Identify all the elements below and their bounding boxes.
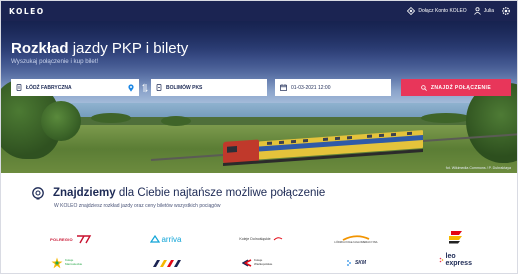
carrier-name-lka: ŁÓDZKA KOLEJ AGLOMERACYJNA [334, 240, 378, 244]
hero-tree [41, 101, 81, 141]
koleo-page: KOLEO Dołącz Konto KOLEO Julia Rozkład j… [0, 0, 518, 274]
find-connection-label: ZNAJDŹ POŁĄCZENIE [430, 84, 492, 91]
hero-bush [161, 116, 191, 126]
page-subtitle: Wyszukaj połączenie i kup bilet! [11, 58, 99, 65]
to-station-value: BOLIMÓW PKS [166, 84, 203, 91]
add-account-link[interactable]: Dołącz Konto KOLEO [407, 7, 467, 15]
date-time-value: 01-03-2021 12:00 [291, 84, 331, 91]
user-menu[interactable]: Julia [473, 7, 494, 15]
from-station-value: ŁÓDŹ FABRYCZNA [26, 84, 72, 91]
calendar-icon [280, 84, 287, 91]
kw-arrow-icon [242, 259, 252, 267]
settings-button[interactable] [501, 6, 511, 16]
page-title: Rozkład jazdy PKP i bilety [11, 40, 188, 57]
hero-bush [421, 113, 471, 123]
carrier-name-koleje-wielkopolskie: Koleje Wielkopolskie [254, 258, 273, 266]
skm-dots-icon [347, 260, 351, 266]
add-account-label: Dołącz Konto KOLEO [418, 8, 467, 14]
kd-swoosh-icon [273, 237, 282, 241]
train-window [267, 141, 272, 145]
carrier-logo-koleje-dolnoslaskie[interactable]: Koleje Dolnośląskie [221, 231, 301, 247]
carrier-logo-koleje-slaskie[interactable] [416, 229, 496, 245]
carrier-logo-skm[interactable]: SKM [316, 255, 396, 271]
locomotive-window [227, 146, 237, 153]
user-icon [473, 7, 481, 15]
departure-icon [16, 84, 22, 91]
train-window [379, 133, 384, 138]
train-window [291, 139, 296, 144]
user-name: Julia [483, 8, 494, 14]
carrier-logo-polregio[interactable]: POLREGIO [31, 231, 111, 247]
km-star-icon [51, 257, 63, 269]
carrier-logo-koleje-wielkopolskie[interactable] [126, 255, 206, 271]
nav-actions: Dołącz Konto KOLEO Julia [407, 6, 511, 16]
carrier-name-polregio: POLREGIO [50, 236, 73, 242]
carrier-name-skm: SKM [354, 260, 367, 266]
page-title-bold: Rozkład [11, 40, 69, 57]
from-station-field[interactable]: ŁÓDŹ FABRYCZNA [11, 79, 139, 96]
carrier-logo-koleje-mazowieckie[interactable]: Koleje Mazowieckie [31, 255, 111, 271]
koleo-logo[interactable]: KOLEO [9, 7, 45, 16]
swap-arrows-icon [142, 82, 148, 93]
find-connection-button[interactable]: ZNAJDŹ POŁĄCZENIE [401, 79, 511, 96]
section-title-rest: dla Ciebie najtańsze możliwe połączenie [118, 187, 326, 199]
piggy-bank-icon [32, 187, 44, 200]
section-title-bold: Znajdziemy [53, 187, 116, 199]
carrier-name-koleje-dolnoslaskie: Koleje Dolnośląskie [239, 237, 271, 241]
carrier-logo-arriva[interactable]: arriva [126, 231, 206, 247]
train-window [367, 134, 372, 138]
train-window [303, 139, 308, 143]
arriva-mark-icon [150, 235, 161, 243]
carrier-name-arriva: arriva [161, 234, 182, 244]
carrier-logos: POLREGIO arriva Koleje Dolnośląskie ŁÓDZ… [31, 229, 501, 273]
hero-banner: Rozkład jazdy PKP i bilety Wyszukaj połą… [1, 21, 517, 173]
diamond-icon [407, 7, 416, 15]
train-window [335, 136, 340, 141]
train-window [323, 137, 328, 141]
carrier-logo-leo-express[interactable]: leo express [416, 252, 496, 268]
polregio-mark-icon [76, 234, 92, 243]
carrier-name-koleje-mazowieckie: Koleje Mazowieckie [65, 258, 83, 266]
info-section: Znajdziemy dla Ciebie najtańsze możliwe … [31, 186, 511, 209]
leo-dots-icon [439, 257, 443, 263]
photo-credit: fot. Wikimedia Commons / P. Dubraktaya [445, 166, 511, 170]
train-window [279, 140, 284, 145]
search-form: ŁÓDŹ FABRYCZNA BOLIMÓW PKS 01-03-2021 12… [11, 79, 511, 96]
train-window [391, 132, 396, 137]
carrier-name-leo-express: leo express [445, 253, 472, 267]
carrier-logo-lka[interactable]: ŁÓDZKA KOLEJ AGLOMERACYJNA [316, 231, 396, 247]
gear-icon [502, 7, 510, 15]
arrival-icon [156, 84, 162, 91]
location-pin-icon[interactable] [128, 83, 134, 92]
search-icon [421, 84, 427, 91]
section-description: W KOLEO znajdziesz rozkład jazdy oraz ce… [54, 203, 221, 209]
kw-stripes-icon [153, 259, 181, 267]
carrier-logo-koleje-wielkopolskie-brand[interactable]: Koleje Wielkopolskie [221, 255, 301, 271]
top-navbar: KOLEO Dołącz Konto KOLEO Julia [1, 1, 517, 21]
train-window [407, 131, 412, 136]
section-title: Znajdziemy dla Ciebie najtańsze możliwe … [31, 186, 511, 200]
to-station-field[interactable]: BOLIMÓW PKS [151, 79, 267, 96]
page-title-rest: jazdy PKP i bilety [72, 40, 189, 57]
date-time-field[interactable]: 01-03-2021 12:00 [275, 79, 391, 96]
train-window [347, 135, 352, 140]
swap-stations-button[interactable] [139, 82, 151, 93]
hero-bush [91, 113, 131, 123]
koleje-slaskie-mark-icon [449, 231, 462, 244]
